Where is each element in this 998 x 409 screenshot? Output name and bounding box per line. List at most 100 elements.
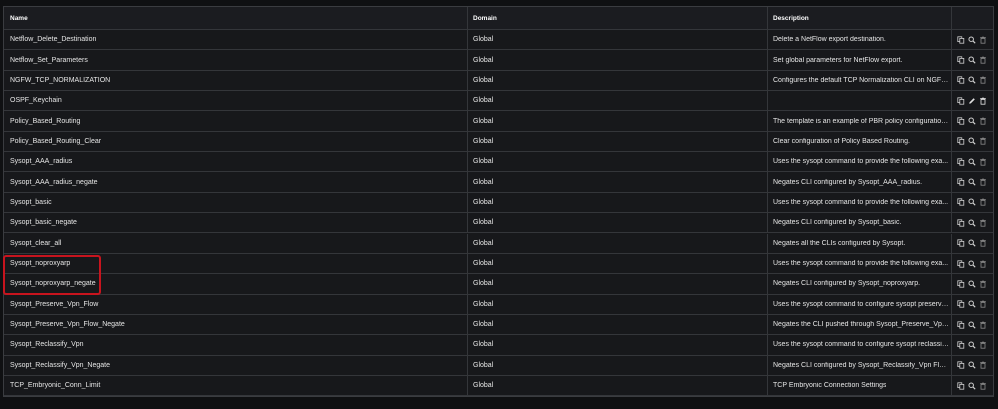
table-row[interactable]: Netflow_Set_Parameters Global Set global p…	[4, 50, 993, 71]
pencil-icon[interactable]	[968, 97, 976, 105]
trash-icon[interactable]	[979, 117, 987, 125]
cell-description: Uses the sysopt command to provide the f…	[768, 253, 952, 274]
search-icon[interactable]	[968, 76, 976, 84]
search-icon[interactable]	[968, 36, 976, 44]
description-text: TCP Embryonic Connection Settings	[773, 382, 887, 390]
copy-icon[interactable]	[957, 259, 965, 268]
cell-domain: Global	[468, 294, 768, 314]
table-row[interactable]: Netflow_Delete_Destination Global Delete a…	[4, 30, 993, 51]
search-icon[interactable]	[968, 158, 976, 166]
description-text: Negates CLI configured by Sysopt_AAA_rad…	[773, 178, 923, 186]
trash-icon[interactable]	[979, 178, 987, 186]
table-row[interactable]: Sysopt_basic_negate Global Negates CLI con…	[4, 213, 993, 234]
table-row[interactable]: Policy_Based_Routing Global The template i…	[4, 111, 993, 132]
row-actions	[952, 71, 993, 90]
column-header-domain[interactable]: Domain	[468, 7, 768, 29]
cell-name: Netflow_Delete_Destination	[4, 30, 468, 50]
search-icon[interactable]	[968, 219, 976, 227]
search-icon[interactable]	[968, 198, 976, 207]
description-text: Uses the sysopt command to configure sys…	[773, 300, 949, 308]
copy-icon[interactable]	[957, 382, 965, 390]
copy-icon[interactable]	[957, 300, 965, 308]
cell-name: Sysopt_noproxyarp_negate	[4, 274, 468, 294]
copy-icon[interactable]	[957, 158, 965, 166]
cell-name: Policy_Based_Routing_Clear	[4, 131, 468, 152]
description-text: The template is an example of PBR policy…	[773, 117, 949, 125]
cell-description: Negates CLI configured by Sysopt_basic.	[768, 213, 952, 233]
trash-icon[interactable]	[979, 219, 987, 227]
search-icon[interactable]	[968, 137, 976, 146]
search-icon[interactable]	[968, 321, 976, 329]
search-icon[interactable]	[968, 117, 976, 125]
table-row[interactable]: Sysopt_basic Global Uses the sysopt comman…	[4, 192, 993, 214]
cell-description: Uses the sysopt command to provide the f…	[768, 192, 952, 213]
copy-icon[interactable]	[957, 341, 965, 349]
trash-icon[interactable]	[979, 76, 987, 84]
trash-icon[interactable]	[979, 280, 987, 288]
column-header-description[interactable]: Description	[768, 7, 952, 29]
cell-domain: Global	[468, 70, 768, 91]
table-row[interactable]: Policy_Based_Routing_Clear Global Clear co…	[4, 131, 993, 153]
table-row[interactable]: Sysopt_Reclassify_Vpn Global Uses the syso…	[4, 335, 993, 356]
cell-domain: Global	[468, 213, 768, 233]
table-row[interactable]: Sysopt_Preserve_Vpn_Flow_Negate Global Neg…	[4, 314, 993, 336]
search-icon[interactable]	[968, 300, 976, 308]
trash-icon[interactable]	[979, 239, 987, 247]
trash-icon[interactable]	[979, 137, 987, 146]
trash-icon[interactable]	[979, 321, 987, 329]
trash-icon[interactable]	[979, 56, 987, 64]
trash-icon[interactable]	[979, 260, 987, 268]
copy-icon[interactable]	[957, 280, 965, 288]
copy-icon[interactable]	[957, 178, 965, 186]
copy-icon[interactable]	[957, 76, 965, 84]
table-row[interactable]: Sysopt_clear_all Global Negates all the CL…	[4, 233, 993, 254]
column-header-name[interactable]: Name	[4, 7, 468, 29]
copy-icon[interactable]	[957, 219, 965, 227]
trash-icon[interactable]	[979, 382, 987, 390]
row-actions	[952, 30, 993, 49]
search-icon[interactable]	[968, 341, 976, 349]
table-row[interactable]: TCP_Embryonic_Conn_Limit Global TCP Embryo…	[4, 375, 993, 397]
table-row[interactable]: Sysopt_Preserve_Vpn_Flow Global Uses the s…	[4, 294, 993, 315]
copy-icon[interactable]	[957, 56, 965, 64]
copy-icon[interactable]	[957, 361, 965, 369]
copy-icon[interactable]	[957, 198, 965, 207]
cell-domain: Global	[468, 30, 768, 50]
trash-icon[interactable]	[979, 158, 987, 166]
copy-icon[interactable]	[957, 117, 965, 125]
trash-icon[interactable]	[979, 198, 987, 207]
cell-domain: Global	[468, 314, 768, 335]
trash-icon[interactable]	[979, 300, 987, 308]
search-icon[interactable]	[968, 56, 976, 64]
table-row[interactable]: OSPF_Keychain Global	[4, 91, 993, 112]
search-icon[interactable]	[968, 178, 976, 186]
search-icon[interactable]	[968, 382, 976, 390]
table-row[interactable]: Sysopt_AAA_radius_negate Global Negates CL…	[4, 172, 993, 193]
search-icon[interactable]	[968, 280, 976, 288]
copy-icon[interactable]	[957, 97, 965, 105]
copy-icon[interactable]	[957, 137, 965, 146]
trash-icon[interactable]	[979, 341, 987, 349]
copy-icon[interactable]	[957, 239, 965, 247]
search-icon[interactable]	[968, 239, 976, 247]
table-row[interactable]: Sysopt_noproxyarp Global Uses the sysopt c…	[4, 253, 993, 275]
row-actions	[952, 254, 993, 273]
row-actions	[952, 234, 993, 253]
trash-icon[interactable]	[979, 97, 987, 105]
templates-table: Name Domain Description Netflow_Delete_D…	[3, 6, 994, 397]
copy-icon[interactable]	[957, 320, 965, 329]
table-row[interactable]: Sysopt_Reclassify_Vpn_Negate Global Negate…	[4, 355, 993, 376]
row-actions	[952, 132, 993, 151]
trash-icon[interactable]	[979, 36, 987, 44]
cell-domain: Global	[468, 111, 768, 131]
search-icon[interactable]	[968, 361, 976, 369]
search-icon[interactable]	[968, 259, 976, 268]
cell-name: Sysopt_clear_all	[4, 233, 468, 253]
table-row[interactable]: NGFW_TCP_NORMALIZATION Global Configures t…	[4, 70, 993, 92]
row-actions	[952, 111, 993, 130]
table-row[interactable]: Sysopt_AAA_radius Global Uses the sysopt c…	[4, 152, 993, 173]
table-row[interactable]: Sysopt_noproxyarp_negate Global Negates CL…	[4, 274, 993, 295]
copy-icon[interactable]	[957, 36, 965, 44]
trash-icon[interactable]	[979, 361, 987, 369]
cell-domain: Global	[468, 274, 768, 294]
